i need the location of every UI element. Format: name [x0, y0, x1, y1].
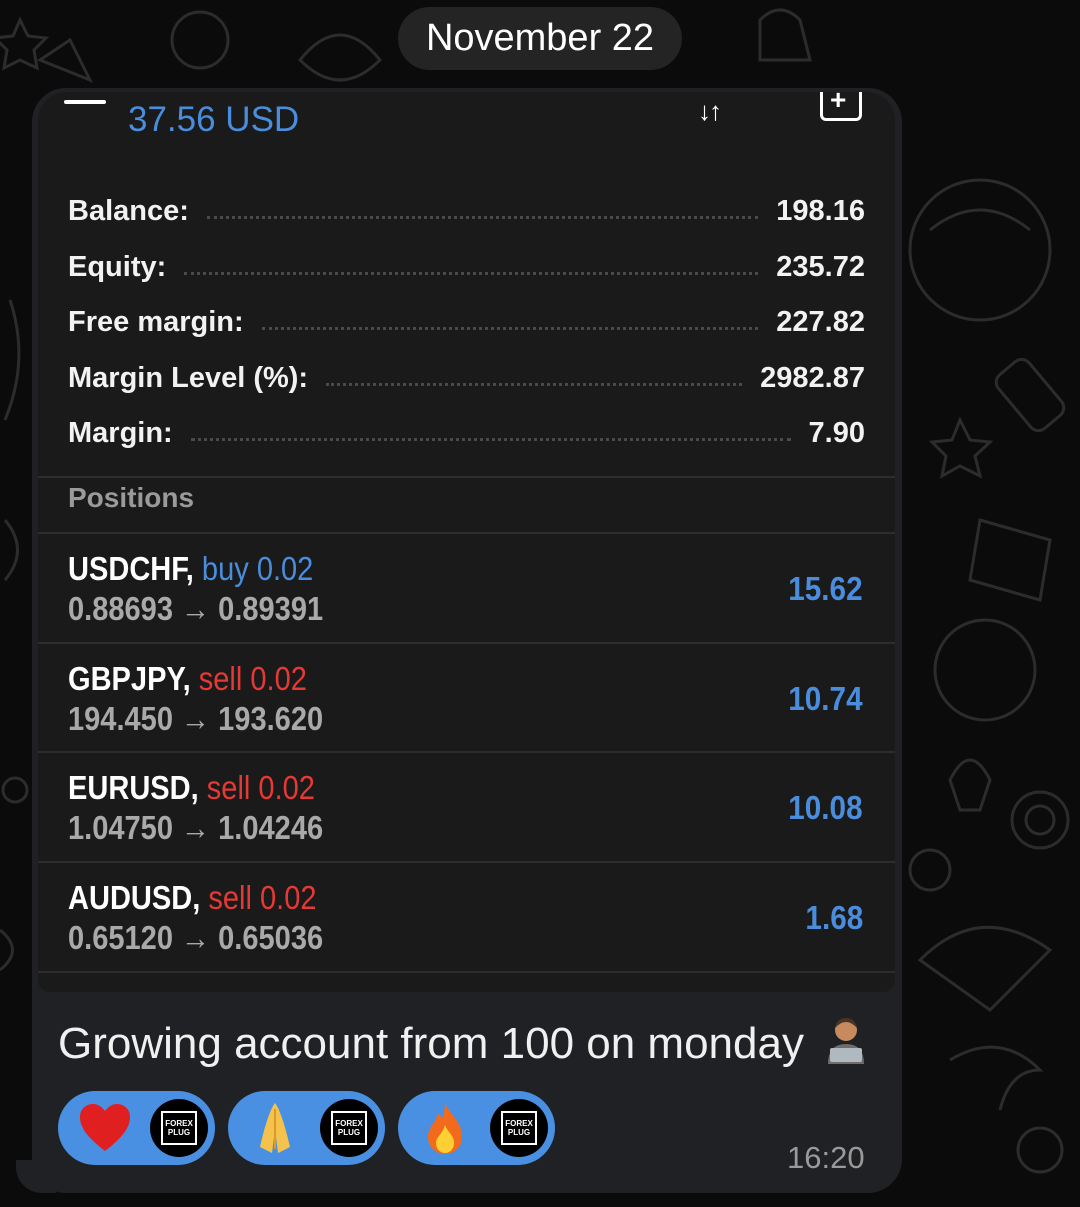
summary-label: Equity: [68, 250, 167, 283]
message-timestamp: 16:20 [787, 1140, 865, 1175]
reactor-avatar: FOREX PLUG [150, 1099, 208, 1157]
heart-icon [76, 1099, 134, 1157]
summary-value: 2982.87 [760, 361, 865, 394]
message-caption: Growing account from 100 on monday [58, 1016, 868, 1069]
position-side: sell 0.02 [206, 769, 315, 806]
summary-value: 7.90 [808, 417, 865, 450]
reaction-heart[interactable]: FOREX PLUG [58, 1091, 215, 1165]
position-prices: 0.65120 → 0.65036 [68, 919, 324, 956]
menu-icon [64, 100, 106, 112]
account-summary: Balance: 198.16 Equity: 235.72 Free marg… [68, 184, 865, 462]
position-profit: 15.62 [788, 570, 863, 607]
dotted-leader [261, 327, 759, 331]
positions-header: Positions [68, 482, 195, 513]
top-balance: 37.56 USD [128, 100, 300, 139]
summary-row-margin: Margin: 7.90 [68, 406, 865, 462]
position-symbol: EURUSD, [68, 769, 199, 806]
fire-icon [416, 1099, 474, 1157]
summary-row-margin-level: Margin Level (%): 2982.87 [68, 351, 865, 407]
caption-text: Growing account from 100 on monday [58, 1019, 804, 1068]
position-row-gbpjpy[interactable]: GBPJPY, sell 0.02 194.450 → 193.620 10.7… [38, 644, 895, 752]
sort-icon: ↓↑ [698, 96, 722, 126]
summary-label: Margin: [68, 417, 173, 450]
position-symbol: USDCHF, [68, 550, 194, 587]
summary-value: 198.16 [776, 195, 865, 228]
position-title: GBPJPY, sell 0.02 [68, 660, 307, 698]
summary-label: Margin Level (%): [68, 361, 309, 394]
dotted-leader [206, 216, 759, 220]
divider [38, 476, 895, 478]
position-title: AUDUSD, sell 0.02 [68, 879, 317, 917]
position-side: sell 0.02 [208, 879, 317, 916]
summary-row-equity: Equity: 235.72 [68, 240, 865, 296]
position-prices: 194.450 → 193.620 [68, 700, 324, 737]
summary-row-free-margin: Free margin: 227.82 [68, 295, 865, 351]
reactions-bar: FOREX PLUG FOREX PLUG FOREX PLUG [58, 1091, 555, 1165]
date-separator: November 22 [398, 7, 682, 70]
technologist-emoji-icon [824, 1016, 868, 1064]
position-side: sell 0.02 [198, 660, 307, 697]
reaction-folded-hands[interactable]: FOREX PLUG [228, 1091, 385, 1165]
position-prices: 1.04750 → 1.04246 [68, 809, 324, 846]
position-profit: 10.08 [788, 789, 863, 826]
reaction-fire[interactable]: FOREX PLUG [398, 1091, 555, 1165]
summary-label: Balance: [68, 195, 189, 228]
position-symbol: AUDUSD, [68, 879, 201, 916]
trading-screenshot-image[interactable]: 37.56 USD ↓↑ + Balance: 198.16 Equity: 2… [38, 92, 895, 992]
dotted-leader [184, 271, 759, 275]
divider [38, 971, 895, 973]
summary-label: Free margin: [68, 306, 244, 339]
position-profit: 10.74 [788, 680, 863, 717]
position-prices: 0.88693 → 0.89391 [68, 590, 324, 627]
position-side: buy 0.02 [201, 550, 314, 587]
message-bubble[interactable]: 37.56 USD ↓↑ + Balance: 198.16 Equity: 2… [32, 88, 902, 1193]
summary-row-balance: Balance: 198.16 [68, 184, 865, 240]
position-symbol: GBPJPY, [68, 660, 191, 697]
position-row-audusd[interactable]: AUDUSD, sell 0.02 0.65120 → 0.65036 1.68 [38, 863, 895, 971]
reactor-avatar: FOREX PLUG [490, 1099, 548, 1157]
reactor-avatar: FOREX PLUG [320, 1099, 378, 1157]
dotted-leader [190, 438, 791, 442]
new-order-icon: + [820, 92, 862, 121]
position-profit: 1.68 [805, 899, 863, 936]
position-title: USDCHF, buy 0.02 [68, 550, 313, 588]
position-row-usdchf[interactable]: USDCHF, buy 0.02 0.88693 → 0.89391 15.62 [38, 534, 895, 642]
summary-value: 227.82 [776, 306, 865, 339]
position-row-eurusd[interactable]: EURUSD, sell 0.02 1.04750 → 1.04246 10.0… [38, 753, 895, 861]
folded-hands-icon [246, 1099, 304, 1157]
position-title: EURUSD, sell 0.02 [68, 769, 315, 807]
summary-value: 235.72 [776, 250, 865, 283]
dotted-leader [326, 382, 743, 386]
